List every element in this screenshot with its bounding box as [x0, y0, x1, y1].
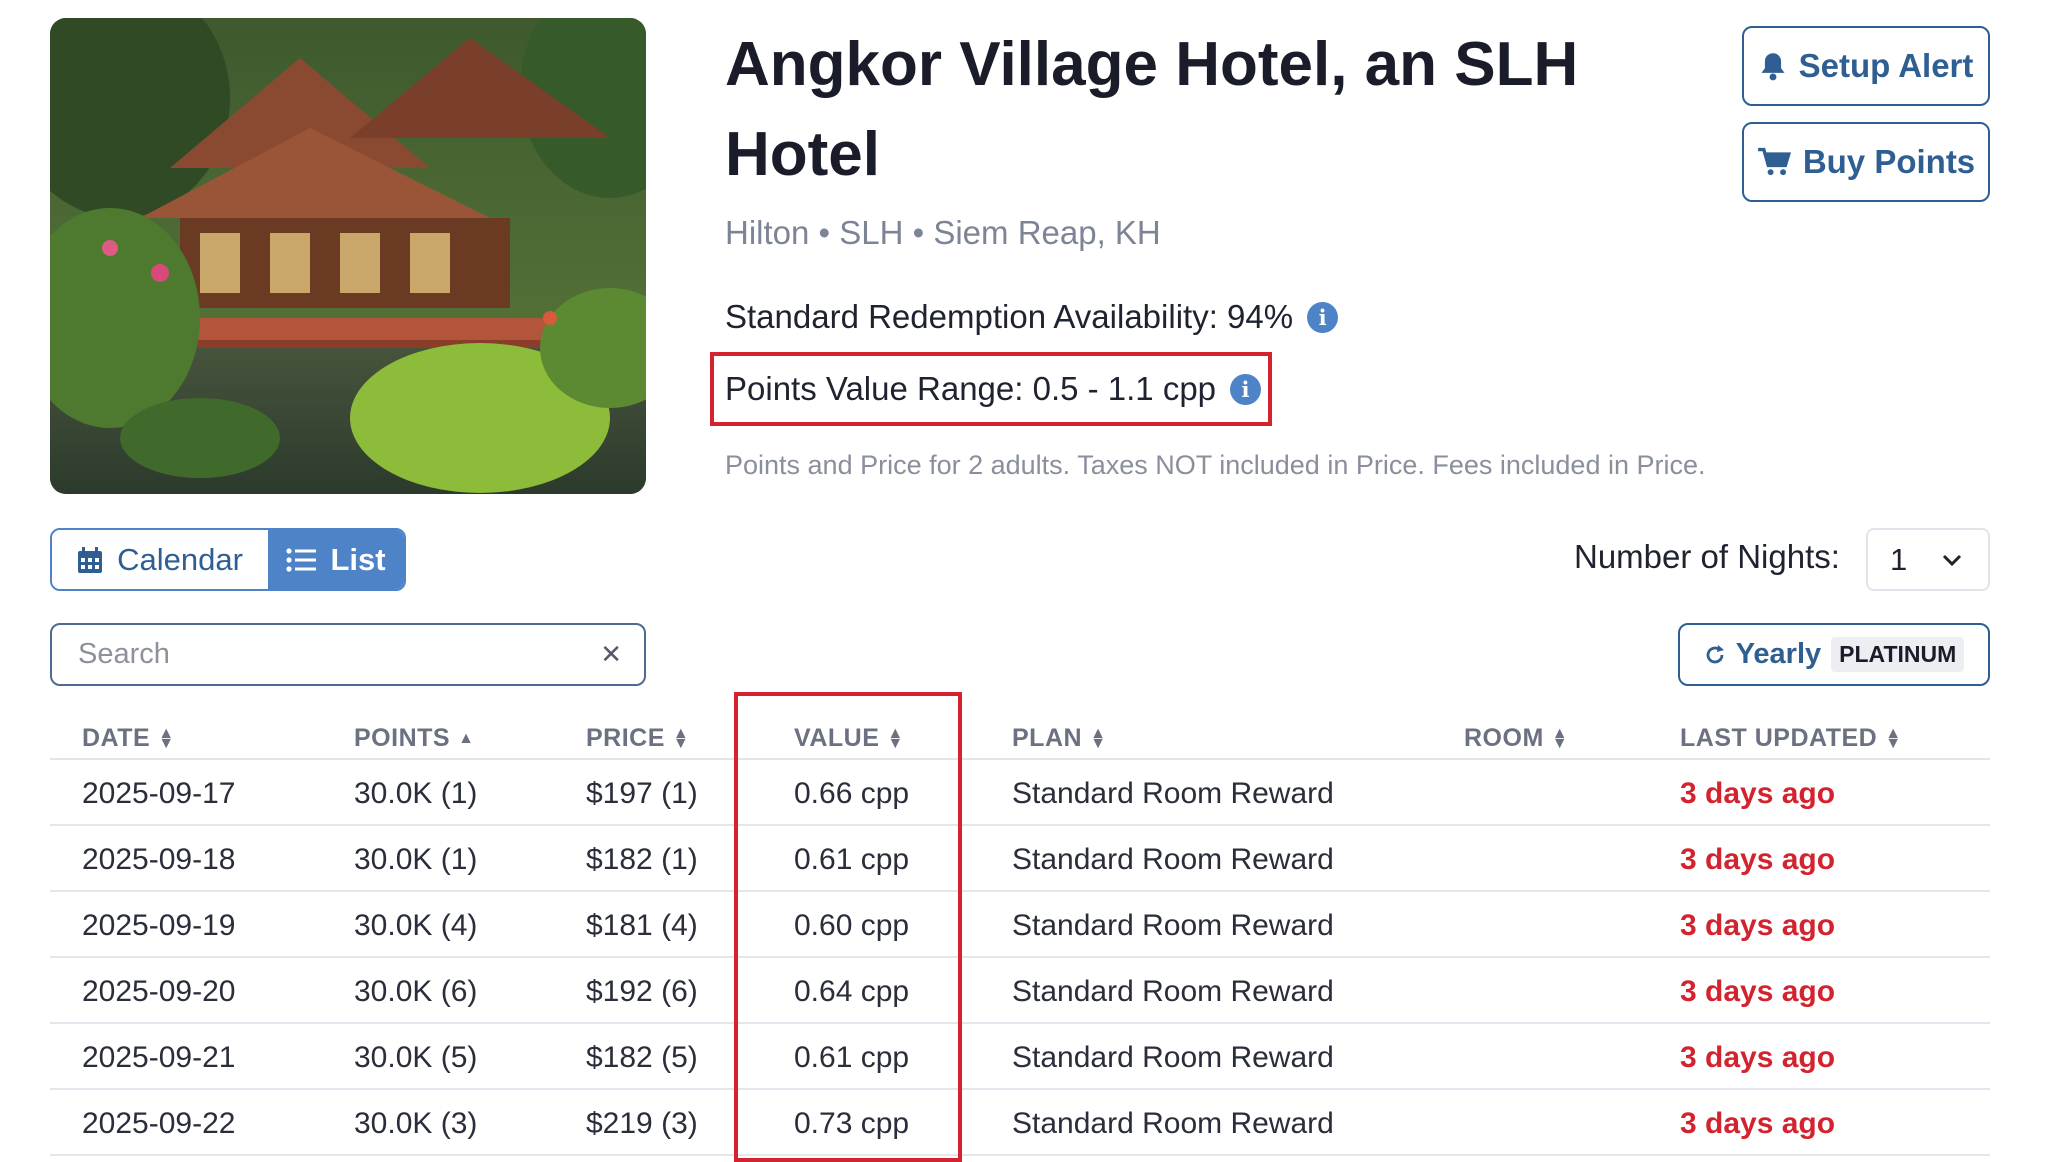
cell-date: 2025-09-18 — [82, 843, 236, 876]
clear-search-icon[interactable]: ✕ — [600, 639, 622, 670]
table-row[interactable]: 2025-09-20 30.0K (6) $192 (6) 0.64 cpp S… — [50, 958, 1990, 1024]
column-header-last-updated[interactable]: LAST UPDATED ▲ ▼ — [1680, 724, 1902, 753]
sort-ascending-icon: ▲ — [458, 729, 475, 747]
cell-date: 2025-09-17 — [82, 777, 236, 810]
points-value-range-text: Points Value Range: 0.5 - 1.1 cpp — [725, 370, 1217, 407]
availability-text: Standard Redemption Availability: 94% — [725, 298, 1294, 335]
cell-last-updated: 3 days ago — [1680, 1107, 1836, 1140]
bell-icon — [1761, 53, 1785, 81]
availability-row: Standard Redemption Availability: 94% i — [725, 298, 1339, 336]
column-header-price[interactable]: PRICE ▲ ▼ — [586, 724, 689, 753]
cell-points: 30.0K (1) — [354, 777, 478, 810]
availability-table: DATE ▲ ▼ POINTS ▲ PRICE ▲ ▼ VALUE ▲ ▼ PLAN … — [50, 700, 1990, 1156]
yearly-button[interactable]: Yearly PLATINUM — [1678, 623, 1990, 686]
search-box: ✕ — [50, 623, 646, 686]
setup-alert-button[interactable]: Setup Alert — [1742, 26, 1990, 106]
cell-price: $181 (4) — [586, 909, 698, 942]
table-row[interactable]: 2025-09-18 30.0K (1) $182 (1) 0.61 cpp S… — [50, 826, 1990, 892]
cell-date: 2025-09-19 — [82, 909, 236, 942]
cell-points: 30.0K (5) — [354, 1041, 478, 1074]
list-view-button[interactable]: List — [268, 530, 404, 589]
table-row[interactable]: 2025-09-22 30.0K (3) $219 (3) 0.73 cpp S… — [50, 1090, 1990, 1156]
cell-plan: Standard Room Reward — [1012, 843, 1334, 876]
list-icon — [286, 547, 317, 572]
buy-points-label: Buy Points — [1802, 143, 1976, 180]
cell-date: 2025-09-21 — [82, 1041, 236, 1074]
cell-plan: Standard Room Reward — [1012, 1107, 1334, 1140]
sort-icon: ▲ ▼ — [1090, 724, 1107, 752]
cell-points: 30.0K (3) — [354, 1107, 478, 1140]
cell-last-updated: 3 days ago — [1680, 909, 1836, 942]
chevron-down-icon — [1942, 554, 1962, 566]
setup-alert-label: Setup Alert — [1798, 47, 1974, 84]
cell-price: $182 (1) — [586, 843, 698, 876]
value-column-highlight — [734, 692, 962, 1162]
table-header: DATE ▲ ▼ POINTS ▲ PRICE ▲ ▼ VALUE ▲ ▼ PLAN … — [50, 700, 1990, 760]
calendar-icon — [78, 546, 103, 573]
refresh-icon — [1706, 644, 1724, 663]
sort-icon: ▲ ▼ — [1885, 724, 1902, 752]
column-header-points[interactable]: POINTS ▲ — [354, 724, 474, 753]
search-input[interactable] — [76, 637, 556, 672]
cell-points: 30.0K (4) — [354, 909, 478, 942]
nights-value: 1 — [1890, 541, 1908, 577]
hotel-name: Angkor Village Hotel, an SLH Hotel — [725, 30, 1579, 189]
cell-points: 30.0K (6) — [354, 975, 478, 1008]
platinum-badge: PLATINUM — [1831, 637, 1965, 672]
column-header-room[interactable]: ROOM ▲ ▼ — [1464, 724, 1568, 753]
cell-date: 2025-09-22 — [82, 1107, 236, 1140]
cell-points: 30.0K (1) — [354, 843, 478, 876]
nights-label: Number of Nights: — [1574, 538, 1840, 575]
cell-date: 2025-09-20 — [82, 975, 236, 1008]
cell-price: $192 (6) — [586, 975, 698, 1008]
column-header-plan[interactable]: PLAN ▲ ▼ — [1012, 724, 1106, 753]
cell-plan: Standard Room Reward — [1012, 777, 1334, 810]
hotel-photo — [50, 18, 646, 494]
cart-icon — [1757, 147, 1791, 176]
column-header-date[interactable]: DATE ▲ ▼ — [82, 724, 175, 753]
sort-icon: ▲ ▼ — [1551, 724, 1569, 752]
buy-points-button[interactable]: Buy Points — [1742, 122, 1990, 202]
table-row[interactable]: 2025-09-21 30.0K (5) $182 (5) 0.61 cpp S… — [50, 1024, 1990, 1090]
cell-plan: Standard Room Reward — [1012, 1041, 1334, 1074]
cell-last-updated: 3 days ago — [1680, 975, 1836, 1008]
yearly-label: Yearly — [1735, 638, 1822, 670]
sort-icon: ▲ ▼ — [158, 724, 175, 752]
view-toggle: Calendar List — [50, 528, 406, 591]
cell-last-updated: 3 days ago — [1680, 777, 1836, 810]
cell-plan: Standard Room Reward — [1012, 975, 1334, 1008]
points-value-range-highlight: Points Value Range: 0.5 - 1.1 cpp i — [710, 352, 1272, 426]
cell-price: $182 (5) — [586, 1041, 698, 1074]
cell-price: $219 (3) — [586, 1107, 698, 1140]
calendar-view-label: Calendar — [117, 541, 243, 577]
cell-price: $197 (1) — [586, 777, 698, 810]
hotel-subtitle: Hilton • SLH • Siem Reap, KH — [725, 214, 1161, 251]
pricing-note: Points and Price for 2 adults. Taxes NOT… — [725, 450, 1706, 480]
table-row[interactable]: 2025-09-17 30.0K (1) $197 (1) 0.66 cpp S… — [50, 760, 1990, 826]
cell-plan: Standard Room Reward — [1012, 909, 1334, 942]
info-icon[interactable]: i — [1230, 373, 1262, 405]
sort-icon: ▲ ▼ — [672, 724, 690, 752]
cell-last-updated: 3 days ago — [1680, 1041, 1836, 1074]
cell-last-updated: 3 days ago — [1680, 843, 1836, 876]
table-row[interactable]: 2025-09-19 30.0K (4) $181 (4) 0.60 cpp S… — [50, 892, 1990, 958]
info-icon[interactable]: i — [1307, 301, 1339, 333]
nights-select[interactable]: 1 — [1866, 528, 1990, 591]
calendar-view-button[interactable]: Calendar — [52, 530, 268, 589]
list-view-label: List — [330, 541, 386, 577]
